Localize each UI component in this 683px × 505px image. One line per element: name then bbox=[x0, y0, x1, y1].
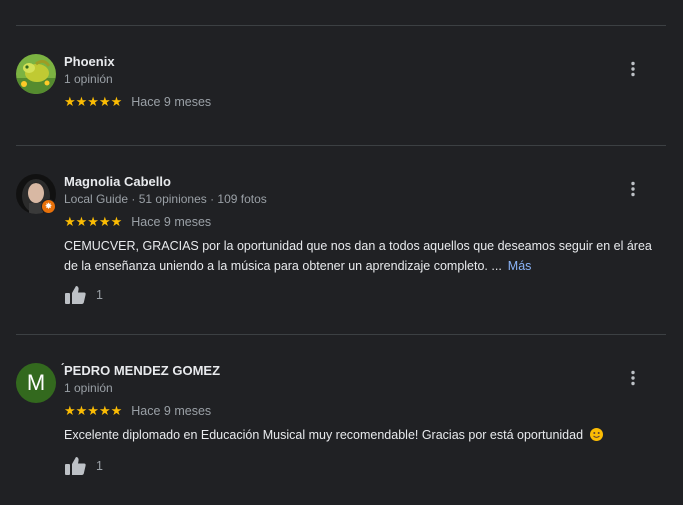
reviewer-name[interactable]: ́PEDRO MENDEZ GOMEZ bbox=[64, 363, 220, 378]
more-link[interactable]: Más bbox=[508, 259, 532, 273]
more-vert-icon[interactable] bbox=[628, 60, 638, 78]
star-rating: ★★★★★ bbox=[64, 94, 123, 109]
divider bbox=[16, 25, 666, 26]
divider bbox=[16, 334, 666, 335]
thumb-up-icon bbox=[65, 457, 86, 475]
rating-row: ★★★★★ Hace 9 meses bbox=[64, 403, 211, 419]
reviewer-name[interactable]: Magnolia Cabello bbox=[64, 174, 171, 189]
review-text: Excelente diplomado en Educación Musical… bbox=[64, 425, 659, 445]
reviewer-avatar[interactable] bbox=[16, 54, 56, 94]
star-rating: ★★★★★ bbox=[64, 214, 123, 229]
star-rating: ★★★★★ bbox=[64, 403, 123, 418]
more-vert-icon[interactable] bbox=[628, 369, 638, 387]
review-date: Hace 9 meses bbox=[131, 95, 212, 109]
rating-row: ★★★★★ Hace 9 meses bbox=[64, 94, 211, 110]
divider bbox=[16, 145, 666, 146]
rating-row: ★★★★★ Hace 9 meses bbox=[64, 214, 211, 230]
local-guide-badge-icon: ✸ bbox=[41, 199, 56, 214]
reviewer-meta: 1 opinión bbox=[64, 381, 113, 395]
reviewer-name[interactable]: Phoenix bbox=[64, 54, 115, 69]
thumb-up-icon bbox=[65, 286, 86, 304]
review-text-content: CEMUCVER, GRACIAS por la oportunidad que… bbox=[64, 239, 652, 273]
review-date: Hace 9 meses bbox=[131, 404, 212, 418]
reviewer-meta: 1 opinión bbox=[64, 72, 113, 86]
like-count: 1 bbox=[96, 459, 103, 473]
review-item: M ́PEDRO MENDEZ GOMEZ 1 opinión ★★★★★ Ha… bbox=[16, 363, 666, 483]
smiling-face-emoji-icon bbox=[589, 428, 603, 441]
reviewer-avatar[interactable]: M bbox=[16, 363, 56, 403]
like-count: 1 bbox=[96, 288, 103, 302]
review-date: Hace 9 meses bbox=[131, 215, 212, 229]
reviewer-meta: Local Guide · 51 opiniones · 109 fotos bbox=[64, 192, 267, 206]
reviews-panel: Phoenix 1 opinión ★★★★★ Hace 9 meses ✸ M… bbox=[0, 0, 683, 505]
like-button[interactable]: 1 bbox=[64, 285, 103, 305]
like-button[interactable]: 1 bbox=[64, 456, 103, 476]
review-item: Phoenix 1 opinión ★★★★★ Hace 9 meses bbox=[16, 54, 666, 114]
more-vert-icon[interactable] bbox=[628, 180, 638, 198]
review-item: ✸ Magnolia Cabello Local Guide · 51 opin… bbox=[16, 174, 666, 314]
review-text-content: Excelente diplomado en Educación Musical… bbox=[64, 428, 584, 442]
review-text: CEMUCVER, GRACIAS por la oportunidad que… bbox=[64, 236, 659, 276]
